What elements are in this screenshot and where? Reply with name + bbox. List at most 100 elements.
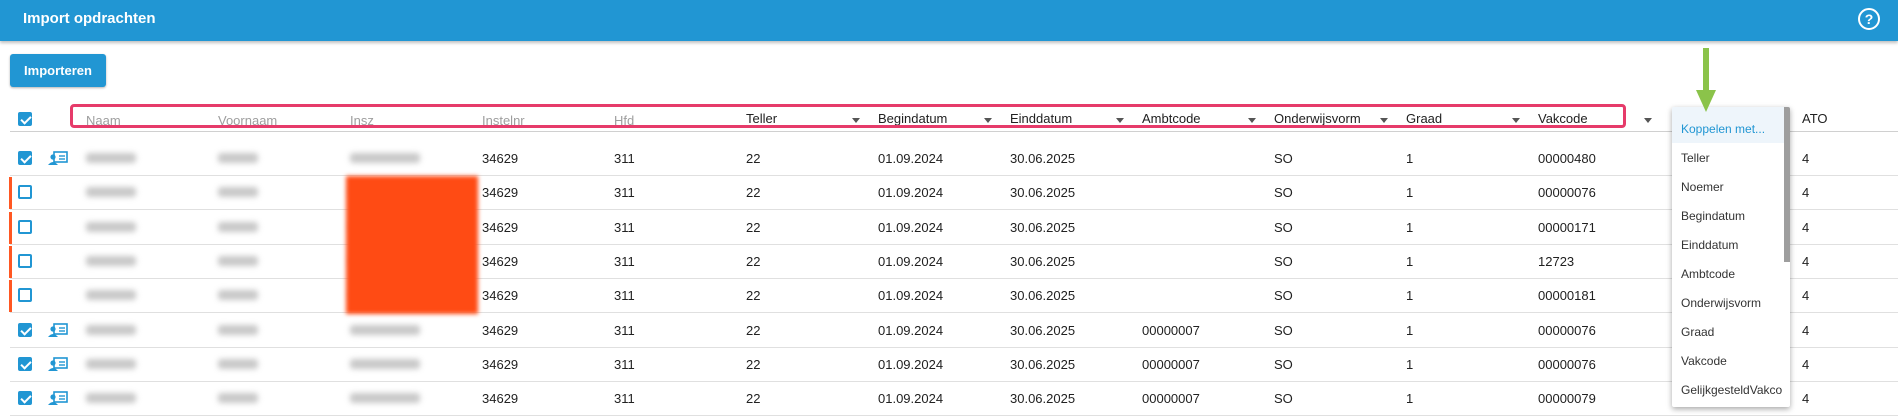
- cell-teller: 22: [746, 391, 761, 407]
- blurred-insz: [350, 358, 420, 369]
- cell-hfd: 311: [614, 253, 635, 269]
- select-all-checkbox[interactable]: [18, 112, 32, 126]
- blurred-voornaam: [218, 255, 258, 266]
- person-import-icon[interactable]: [48, 322, 68, 337]
- cell-begindatum: 01.09.2024: [878, 185, 944, 201]
- menu-item-koppelen[interactable]: Koppelen met...: [1681, 122, 1765, 136]
- cell-einddatum: 30.06.2025: [1010, 219, 1076, 235]
- cell-ambtcode: 00000007: [1142, 322, 1200, 338]
- cell-teller: 22: [746, 151, 761, 166]
- cell-vakcode: 00000171: [1538, 219, 1596, 235]
- blurred-naam: [86, 290, 136, 301]
- menu-item-noemer[interactable]: Noemer: [1681, 180, 1724, 194]
- cell-begindatum: 01.09.2024: [878, 288, 944, 304]
- cell-ato: 4: [1802, 219, 1810, 235]
- cell-onderwijsvorm: SO: [1274, 288, 1293, 304]
- header-highlight-box: [70, 104, 1626, 128]
- cell-graad: 1: [1406, 288, 1414, 304]
- blurred-naam: [86, 393, 136, 404]
- vakcode-dropdown-icon[interactable]: [1644, 118, 1652, 123]
- row-warning-marker: [9, 177, 12, 210]
- cell-ato: 4: [1802, 253, 1810, 269]
- column-mapping-menu[interactable]: Koppelen met... Teller Noemer Begindatum…: [1672, 107, 1790, 407]
- cell-begindatum: 01.09.2024: [878, 219, 944, 235]
- blurred-voornaam: [218, 221, 258, 232]
- cell-vakcode: 00000076: [1538, 185, 1596, 201]
- cell-teller: 22: [746, 356, 761, 372]
- blurred-naam: [86, 187, 136, 198]
- person-import-icon[interactable]: [48, 391, 68, 406]
- menu-item-vakcode[interactable]: Vakcode: [1681, 354, 1727, 368]
- menu-item-teller[interactable]: Teller: [1681, 151, 1710, 165]
- cell-graad: 1: [1406, 253, 1414, 269]
- menu-item-graad[interactable]: Graad: [1681, 325, 1714, 339]
- table-row[interactable]: 34629 311 22 01.09.2024 30.06.2025 00000007 SO…: [10, 347, 1898, 382]
- cell-onderwijsvorm: SO: [1274, 253, 1293, 269]
- table-row[interactable]: 34629 311 22 01.09.2024 30.06.2025 SO 1 0000007…: [9, 175, 1898, 211]
- cell-einddatum: 30.06.2025: [1010, 151, 1076, 166]
- cell-graad: 1: [1406, 185, 1414, 201]
- column-header-ato[interactable]: ATO: [1802, 111, 1828, 126]
- blurred-naam: [86, 153, 136, 163]
- cell-vakcode: 00000181: [1538, 288, 1596, 304]
- blurred-insz: [350, 153, 420, 163]
- row-checkbox[interactable]: [18, 253, 32, 268]
- page-title: Import opdrachten: [23, 10, 156, 27]
- table-row[interactable]: 34629 311 22 01.09.2024 30.06.2025 SO 1 0000017…: [9, 210, 1898, 245]
- cell-hfd: 311: [614, 151, 635, 166]
- row-checkbox[interactable]: [18, 219, 32, 234]
- cell-ambtcode: 00000007: [1142, 391, 1200, 407]
- blurred-voornaam: [218, 187, 258, 198]
- cell-onderwijsvorm: SO: [1274, 219, 1293, 235]
- menu-item-begindatum[interactable]: Begindatum: [1681, 209, 1745, 223]
- cell-instelnr: 34629: [482, 219, 519, 235]
- cell-vakcode: 00000076: [1538, 356, 1596, 372]
- table-row[interactable]: 34629 311 22 01.09.2024 30.06.2025 00000007 SO…: [10, 381, 1898, 417]
- row-checkbox[interactable]: [18, 356, 32, 371]
- cell-einddatum: 30.06.2025: [1010, 253, 1076, 269]
- row-checkbox[interactable]: [18, 185, 32, 200]
- table-row[interactable]: 34629 311 22 01.09.2024 30.06.2025 SO 1 0000018…: [9, 278, 1898, 314]
- cell-einddatum: 30.06.2025: [1010, 391, 1076, 407]
- app-header: Import opdrachten ?: [0, 0, 1898, 41]
- cell-vakcode: 00000079: [1538, 391, 1596, 407]
- import-button[interactable]: Importeren: [10, 54, 106, 87]
- row-warning-marker: [9, 245, 12, 278]
- row-checkbox[interactable]: [18, 288, 32, 303]
- cell-einddatum: 30.06.2025: [1010, 322, 1076, 338]
- row-checkbox[interactable]: [18, 391, 32, 406]
- cell-ato: 4: [1802, 391, 1810, 407]
- cell-onderwijsvorm: SO: [1274, 151, 1293, 166]
- cell-teller: 22: [746, 185, 761, 201]
- redaction-overlay: [346, 176, 478, 314]
- cell-teller: 22: [746, 253, 761, 269]
- cell-begindatum: 01.09.2024: [878, 151, 944, 166]
- menu-item-gelijkgesteldvakcode[interactable]: GelijkgesteldVakco: [1681, 383, 1782, 397]
- menu-item-ambtcode[interactable]: Ambtcode: [1681, 267, 1735, 281]
- pointer-arrow-icon: [1696, 48, 1716, 112]
- table-row[interactable]: 34629 311 22 01.09.2024 30.06.2025 SO 1 12723 4: [9, 244, 1898, 279]
- menu-item-einddatum[interactable]: Einddatum: [1681, 238, 1738, 252]
- cell-vakcode: 12723: [1538, 253, 1575, 269]
- person-import-icon[interactable]: [48, 356, 68, 371]
- table-row[interactable]: 34629 311 22 01.09.2024 30.06.2025 SO 1 0000048…: [10, 141, 1898, 176]
- menu-scrollbar[interactable]: [1784, 107, 1790, 262]
- row-checkbox[interactable]: [18, 151, 32, 165]
- cell-teller: 22: [746, 219, 761, 235]
- header-divider: [10, 131, 1898, 132]
- row-checkbox[interactable]: [18, 322, 32, 337]
- person-import-icon[interactable]: [48, 151, 68, 165]
- cell-teller: 22: [746, 322, 761, 338]
- table-row[interactable]: 34629 311 22 01.09.2024 30.06.2025 00000007 SO…: [10, 313, 1898, 348]
- cell-hfd: 311: [614, 185, 635, 201]
- row-warning-marker: [9, 280, 12, 313]
- cell-instelnr: 34629: [482, 322, 519, 338]
- cell-hfd: 311: [614, 391, 635, 407]
- blurred-insz: [350, 324, 420, 335]
- cell-hfd: 311: [614, 322, 635, 338]
- cell-instelnr: 34629: [482, 185, 519, 201]
- cell-instelnr: 34629: [482, 288, 519, 304]
- menu-item-onderwijsvorm[interactable]: Onderwijsvorm: [1681, 296, 1761, 310]
- help-icon[interactable]: ?: [1858, 8, 1880, 30]
- cell-onderwijsvorm: SO: [1274, 322, 1293, 338]
